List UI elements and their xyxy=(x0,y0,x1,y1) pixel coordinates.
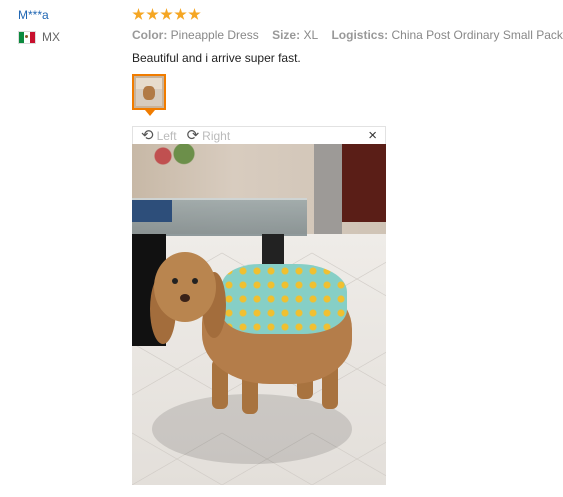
dog-eye xyxy=(172,278,178,284)
rating-stars xyxy=(132,8,562,21)
star-icon xyxy=(188,8,201,20)
color-value: Pineapple Dress xyxy=(170,28,259,42)
order-details: Color: Pineapple Dress Size: XL Logistic… xyxy=(132,28,563,42)
thumbnail-dog xyxy=(143,86,155,100)
size-value: XL xyxy=(303,28,319,42)
photo-viewer: ⟲ Left ⟳ Right × xyxy=(132,126,386,485)
reviewer-info: M***a MX xyxy=(18,8,60,44)
logistics-label: Logistics: xyxy=(331,28,389,42)
dog-eye xyxy=(192,278,198,284)
color-label: Color: xyxy=(132,28,168,42)
star-icon xyxy=(174,8,187,20)
rotate-right-button[interactable]: ⟳ Right xyxy=(187,128,231,143)
star-icon xyxy=(160,8,173,20)
size-label: Size: xyxy=(272,28,301,42)
photo-books xyxy=(132,200,172,222)
photo-thumbnail[interactable] xyxy=(132,74,166,110)
photo-door xyxy=(342,144,386,222)
rotate-right-label: Right xyxy=(202,128,231,143)
review-text: Beautiful and i arrive super fast. xyxy=(132,51,301,65)
photo-plant xyxy=(142,144,212,168)
dog-head xyxy=(154,252,216,322)
logistics-value: China Post Ordinary Small Packet xyxy=(391,28,563,42)
close-icon[interactable]: × xyxy=(368,127,377,144)
thumbnail-pointer-icon xyxy=(145,110,155,116)
viewer-toolbar: ⟲ Left ⟳ Right × xyxy=(132,126,386,144)
reviewer-name: M***a xyxy=(18,8,49,22)
photo-door-frame xyxy=(314,144,342,234)
pineapple-dress xyxy=(222,264,347,334)
rotate-left-button[interactable]: ⟲ Left xyxy=(141,128,177,143)
mexico-flag-icon xyxy=(18,30,36,44)
star-icon xyxy=(132,8,145,20)
star-icon xyxy=(146,8,159,20)
rotate-left-icon: ⟲ xyxy=(141,127,154,144)
review-photo[interactable] xyxy=(132,144,386,485)
rotate-right-icon: ⟳ xyxy=(186,127,200,144)
review-body: Color: Pineapple Dress Size: XL Logistic… xyxy=(132,8,563,65)
rotate-left-label: Left xyxy=(156,128,177,143)
dog-nose xyxy=(180,294,190,302)
reviewer-country: MX xyxy=(18,30,60,44)
country-code: MX xyxy=(42,30,60,44)
